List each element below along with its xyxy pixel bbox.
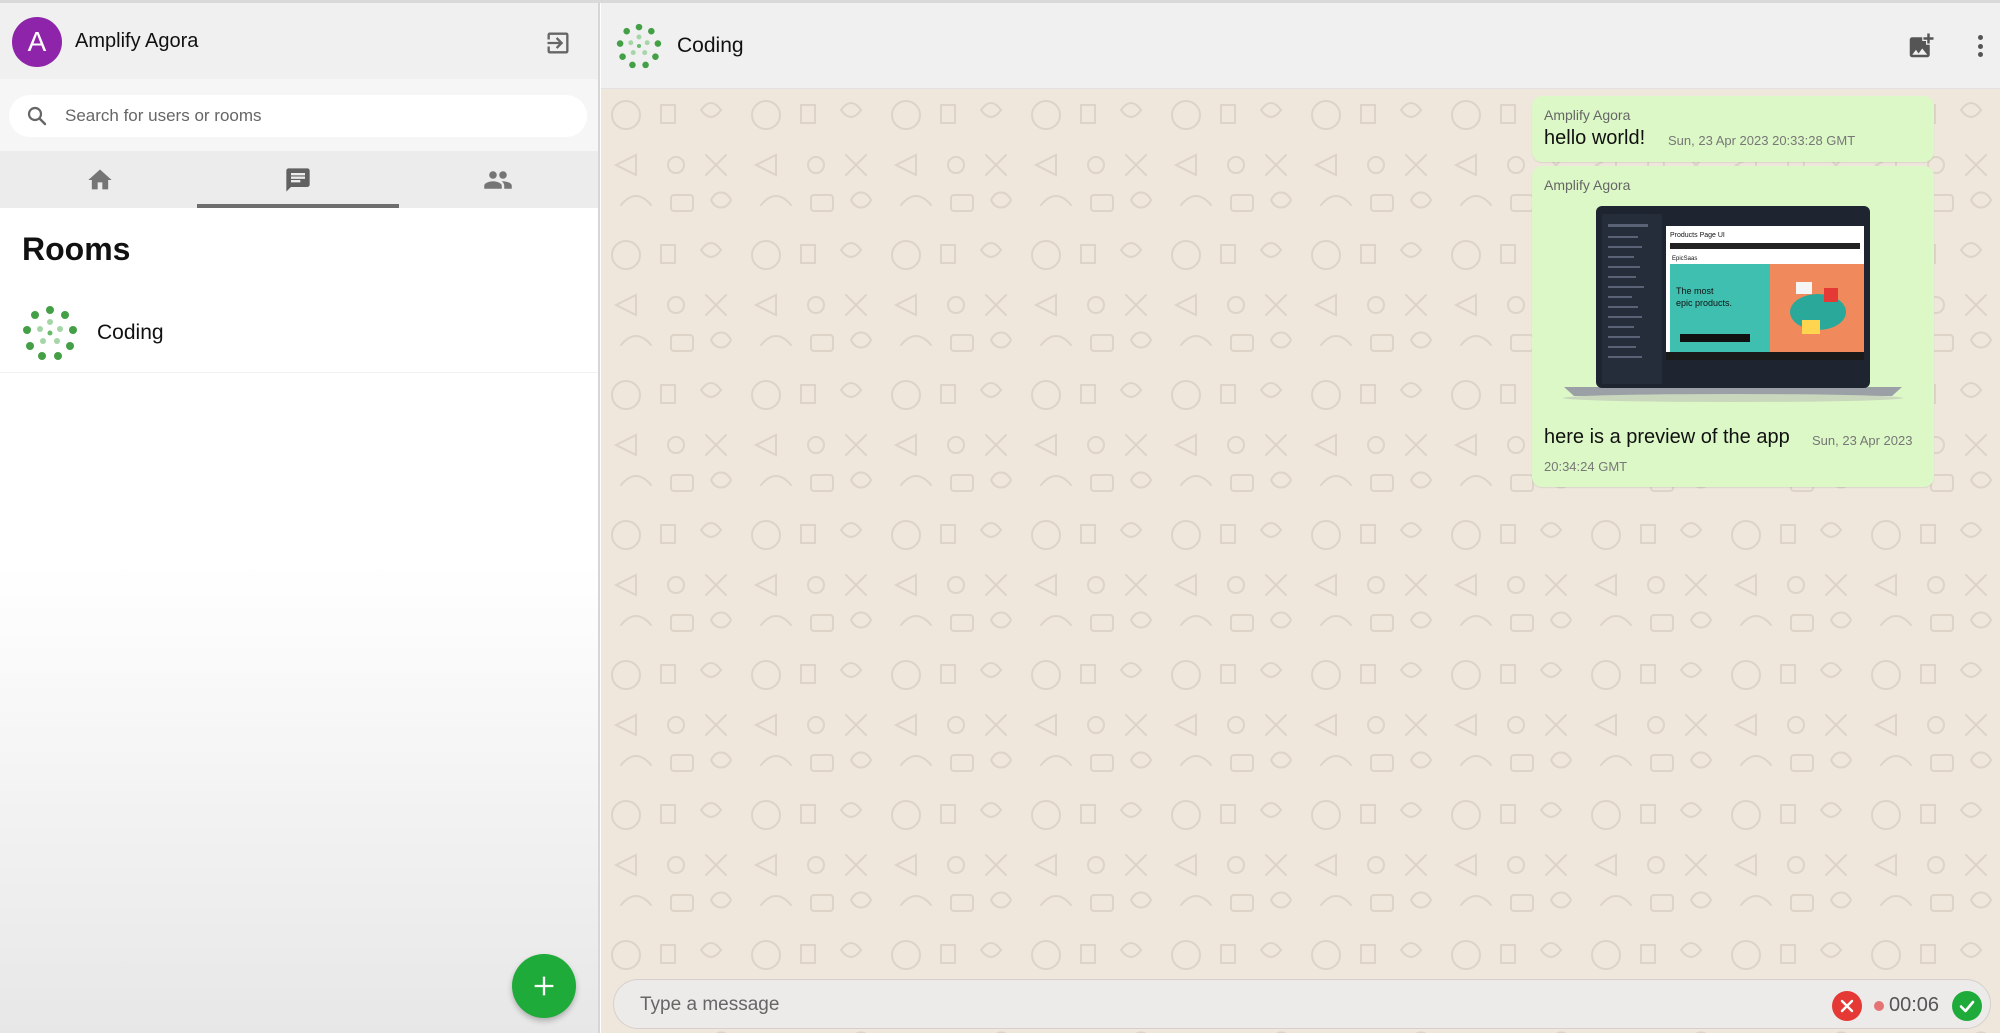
avatar[interactable]: A [12,17,62,67]
kebab-dot [1977,35,1983,40]
room-list-item[interactable]: Coding [0,293,598,373]
plus-icon [534,976,554,996]
message-bubble: Amplify Agora hello world! Sun, 23 Apr 2… [1532,96,1934,162]
message-timestamp-time: 20:34:24 GMT [1544,459,1628,474]
active-tab-indicator [197,204,399,208]
chat-room-title: Coding [677,34,744,57]
add-image-button[interactable] [1906,31,1936,61]
rooms-heading: Rooms [22,231,131,267]
message-text: here is a preview of the app [1544,426,1790,448]
kebab-dot [1977,43,1983,49]
cancel-recording-button[interactable] [1832,991,1862,1021]
chat-panel: Coding Amplify Agora hello world! Sun, 2… [601,3,2000,1033]
check-icon [1959,1000,1975,1013]
chat-header: Coding [601,3,2000,89]
preview-headline-2: epic products. [1676,298,1732,308]
message-bubble: Amplify Agora Products Page UI EpicSaas … [1532,166,1934,487]
home-icon [88,169,112,189]
preview-headline-1: The most [1676,286,1714,296]
sidebar-header: A Amplify Agora [0,3,598,79]
message-text: hello world! [1544,127,1646,149]
app-preview-image[interactable]: Products Page UI EpicSaas The most epic … [1546,202,1920,414]
search-input[interactable] [65,101,565,131]
preview-brand: EpicSaas [1672,256,1697,262]
search-bar-area [0,79,598,151]
recording-indicator [1874,1001,1884,1011]
message-input[interactable] [640,990,1790,1020]
message-sender: Amplify Agora [1544,177,1631,193]
preview-title: Products Page UI [1670,232,1725,239]
logout-icon [547,32,569,54]
message-sender: Amplify Agora [1544,107,1631,123]
more-options-button[interactable] [1971,31,1989,61]
people-icon [484,170,512,189]
message-timestamp: Sun, 23 Apr 2023 20:33:28 GMT [1668,133,1856,148]
user-name: Amplify Agora [75,30,199,52]
logout-button[interactable] [542,27,574,59]
room-logo-icon [23,306,77,360]
kebab-dot [1977,52,1983,57]
chat-icon [286,167,310,192]
sidebar-tabs [0,151,598,208]
tab-chats[interactable] [198,151,398,208]
room-logo-icon[interactable] [616,23,662,69]
tab-users[interactable] [398,151,598,208]
recording-timer: 00:06 [1889,994,1940,1016]
search-box [9,95,587,137]
message-timestamp: Sun, 23 Apr 2023 [1812,433,1913,448]
add-room-button[interactable] [512,954,576,1018]
close-icon [1840,999,1854,1013]
search-icon [27,106,47,126]
tab-home[interactable] [0,151,200,208]
sidebar: A Amplify Agora Search for users or room… [0,3,600,1033]
room-name: Coding [97,321,164,344]
add-photo-icon [1909,33,1934,58]
message-composer: 00:06 [613,979,1991,1029]
send-recording-button[interactable] [1952,991,1982,1021]
